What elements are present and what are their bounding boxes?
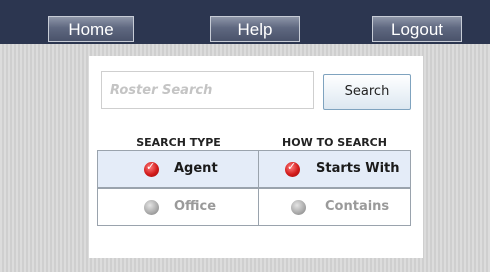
search-type-option-agent[interactable]: ✓ Agent — [97, 150, 260, 188]
search-button[interactable]: Search — [323, 74, 411, 110]
top-nav-bar: Home Help Logout — [0, 0, 490, 44]
option-label: Contains — [325, 199, 390, 214]
how-to-search-option-contains[interactable]: Contains — [258, 188, 411, 226]
how-to-search-option-starts-with[interactable]: ✓ Starts With — [258, 150, 411, 188]
roster-search-input[interactable] — [101, 71, 314, 109]
search-type-option-office[interactable]: Office — [97, 188, 260, 226]
search-type-heading: SEARCH TYPE — [136, 136, 221, 149]
unchecked-radio-icon — [291, 200, 306, 215]
option-label: Office — [174, 199, 217, 214]
unchecked-radio-icon — [144, 200, 159, 215]
checked-radio-icon: ✓ — [144, 160, 159, 177]
checked-radio-icon: ✓ — [285, 160, 300, 177]
help-button[interactable]: Help — [210, 16, 300, 42]
how-to-search-heading: HOW TO SEARCH — [282, 136, 387, 149]
logout-button[interactable]: Logout — [372, 16, 462, 42]
option-label: Agent — [174, 161, 218, 176]
option-label: Starts With — [316, 161, 400, 176]
home-button[interactable]: Home — [48, 16, 134, 42]
